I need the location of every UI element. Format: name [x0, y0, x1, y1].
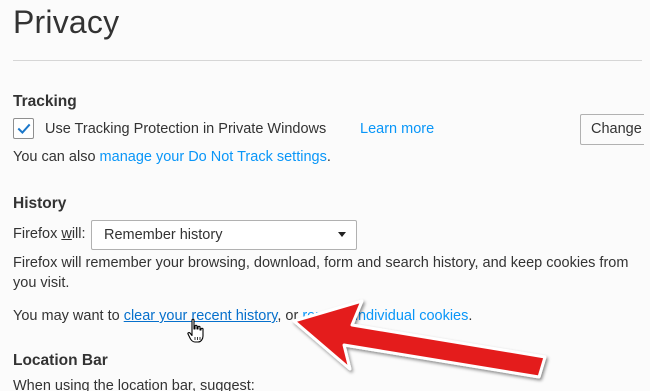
tracking-protection-checkbox[interactable]: [13, 118, 34, 139]
page-title: Privacy: [13, 4, 120, 40]
dnt-prefix: You can also: [13, 149, 100, 165]
location-bar-heading: Location Bar: [13, 352, 108, 369]
learn-more-link[interactable]: Learn more: [360, 121, 434, 137]
history-mode-select[interactable]: Remember history: [91, 220, 357, 250]
scrollbar-edge: [644, 0, 650, 391]
will-label-before: Firefox: [13, 226, 62, 242]
history-description-line1: Firefox will remember your browsing, dow…: [13, 255, 629, 271]
will-label-accesskey: w: [61, 226, 72, 242]
dropdown-arrow-icon: [338, 232, 346, 237]
dnt-suffix: .: [326, 149, 331, 165]
will-label-after: ill:: [71, 226, 86, 242]
preferences-page: Privacy Tracking Use Tracking Protection…: [0, 0, 650, 391]
tracking-heading: Tracking: [13, 93, 77, 110]
history-heading: History: [13, 195, 67, 212]
title-divider: [13, 60, 642, 61]
checkmark-icon: [17, 123, 31, 135]
red-arrow-icon: [292, 299, 547, 379]
dnt-line: You can also manage your Do Not Track se…: [13, 149, 331, 165]
want-prefix: You may want to: [13, 308, 124, 324]
firefox-will-label: Firefox will:: [13, 226, 86, 242]
location-bar-suggest-text: When using the location bar, suggest:: [13, 378, 255, 391]
history-mode-value: Remember history: [104, 227, 223, 243]
change-block-list-button[interactable]: Change Block List: [580, 114, 650, 145]
tracking-protection-label[interactable]: Use Tracking Protection in Private Windo…: [45, 121, 326, 137]
history-description-line2: you visit.: [13, 275, 70, 291]
dnt-settings-link[interactable]: manage your Do Not Track settings: [100, 149, 327, 165]
hand-pointer-icon: [187, 318, 204, 343]
